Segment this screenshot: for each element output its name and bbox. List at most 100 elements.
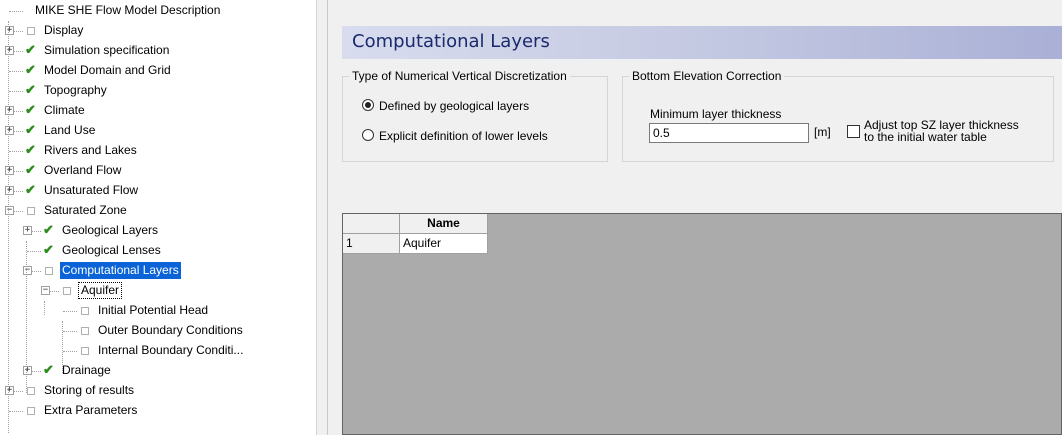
green-checkmark-icon: ✔: [43, 242, 54, 257]
tree-item[interactable]: + Storing of results: [0, 381, 316, 401]
tree-item[interactable]: ✔ Geological Lenses: [0, 241, 316, 261]
tree-item-label[interactable]: Storing of results: [42, 382, 136, 399]
properties-panel: Computational Layers Type of Numerical V…: [328, 0, 1062, 435]
model-tree[interactable]: MIKE SHE Flow Model Description + Display +…: [0, 0, 316, 435]
tree-item[interactable]: + ✔ Unsaturated Flow: [0, 181, 316, 201]
discretization-group: Type of Numerical Vertical Discretizatio…: [342, 69, 608, 162]
tree-item-label[interactable]: Simulation specification: [42, 42, 171, 59]
tree-item[interactable]: Outer Boundary Conditions: [0, 321, 316, 341]
grid-column-header-name[interactable]: Name: [400, 214, 488, 234]
tree-item-label[interactable]: Display: [42, 22, 85, 39]
tree-item-label[interactable]: Aquifer: [78, 282, 123, 299]
tree-item-label[interactable]: Computational Layers: [60, 262, 181, 279]
tree-item-label[interactable]: Rivers and Lakes: [42, 142, 139, 159]
grid-corner-header[interactable]: [343, 214, 400, 234]
expand-icon[interactable]: +: [5, 46, 14, 55]
tree-item-label[interactable]: Geological Layers: [60, 222, 160, 239]
green-checkmark-icon: ✔: [25, 162, 36, 177]
tree-connector: [63, 311, 77, 312]
green-checkmark-icon: ✔: [25, 82, 36, 97]
unchecked-box-icon: [45, 267, 53, 275]
tree-item[interactable]: ✔ Topography: [0, 81, 316, 101]
tree-connector: [9, 11, 23, 12]
tree-connector: [9, 411, 23, 412]
tree-guide-line: [62, 321, 63, 373]
tree-item-label[interactable]: MIKE SHE Flow Model Description: [33, 2, 222, 19]
green-checkmark-icon: ✔: [25, 142, 36, 157]
unchecked-box-icon: [81, 307, 89, 315]
expand-icon[interactable]: +: [5, 386, 14, 395]
tree-item-label[interactable]: Climate: [42, 102, 87, 119]
tree-item[interactable]: − Aquifer: [0, 281, 316, 301]
tree-item[interactable]: + Display: [0, 21, 316, 41]
radio-geological-indicator[interactable]: [362, 99, 374, 111]
tree-item[interactable]: Extra Parameters: [0, 401, 316, 421]
min-thickness-input[interactable]: 0.5: [649, 123, 809, 143]
collapse-icon[interactable]: −: [23, 266, 32, 275]
unchecked-box-icon: [27, 27, 35, 35]
tree-item[interactable]: + ✔ Geological Layers: [0, 221, 316, 241]
tree-connector: [27, 251, 41, 252]
tree-item[interactable]: ✔ Rivers and Lakes: [0, 141, 316, 161]
tree-item-label[interactable]: Unsaturated Flow: [42, 182, 140, 199]
tree-item[interactable]: Initial Potential Head: [0, 301, 316, 321]
expand-icon[interactable]: +: [5, 186, 14, 195]
green-checkmark-icon: ✔: [25, 62, 36, 77]
layers-grid[interactable]: Name 1 Aquifer: [342, 213, 1062, 435]
collapse-icon[interactable]: −: [5, 206, 14, 215]
tree-item[interactable]: Internal Boundary Conditi...: [0, 341, 316, 361]
expand-icon[interactable]: +: [23, 226, 32, 235]
expand-icon[interactable]: +: [5, 106, 14, 115]
adjust-top-sz-label-line2: to the initial water table: [864, 130, 987, 144]
tree-item-label[interactable]: Drainage: [60, 362, 113, 379]
adjust-top-sz-label[interactable]: Adjust top SZ layer thickness to the ini…: [864, 119, 1019, 143]
tree-guide-line: [8, 21, 9, 433]
tree-item[interactable]: + ✔ Drainage: [0, 361, 316, 381]
grid-row-header[interactable]: 1: [343, 234, 400, 254]
tree-item[interactable]: − Saturated Zone: [0, 201, 316, 221]
radio-explicit-indicator[interactable]: [362, 129, 374, 141]
tree-item-label[interactable]: Land Use: [42, 122, 97, 139]
tree-item-label[interactable]: Overland Flow: [42, 162, 123, 179]
tree-item-label[interactable]: Outer Boundary Conditions: [96, 322, 245, 339]
panel-splitter[interactable]: [316, 0, 328, 435]
tree-item[interactable]: + ✔ Climate: [0, 101, 316, 121]
grid-cell-name[interactable]: Aquifer: [400, 234, 488, 254]
green-checkmark-icon: ✔: [25, 182, 36, 197]
tree-item-label[interactable]: Geological Lenses: [60, 242, 163, 259]
tree-item[interactable]: + ✔ Overland Flow: [0, 161, 316, 181]
min-thickness-unit: [m]: [814, 125, 831, 139]
adjust-top-sz-checkbox[interactable]: [847, 125, 860, 138]
collapse-icon[interactable]: −: [41, 286, 50, 295]
tree-item[interactable]: − Computational Layers: [0, 261, 316, 281]
tree-guide-line: [44, 301, 45, 315]
radio-geological-layers[interactable]: Defined by geological layers: [362, 98, 602, 114]
tree-item[interactable]: + ✔ Land Use: [0, 121, 316, 141]
radio-explicit-levels[interactable]: Explicit definition of lower levels: [362, 128, 602, 144]
tree-item-label[interactable]: Initial Potential Head: [96, 302, 210, 319]
tree-item[interactable]: MIKE SHE Flow Model Description: [0, 1, 316, 21]
tree-item[interactable]: ✔ Model Domain and Grid: [0, 61, 316, 81]
discretization-group-title: Type of Numerical Vertical Discretizatio…: [349, 69, 570, 83]
unchecked-box-icon: [27, 207, 35, 215]
tree-connector: [9, 151, 23, 152]
green-checkmark-icon: ✔: [25, 122, 36, 137]
radio-geological-label[interactable]: Defined by geological layers: [379, 98, 529, 114]
tree-item[interactable]: + ✔ Simulation specification: [0, 41, 316, 61]
expand-icon[interactable]: +: [5, 166, 14, 175]
page-title: Computational Layers: [352, 31, 550, 52]
tree-item-label[interactable]: Model Domain and Grid: [42, 62, 173, 79]
tree-item-label[interactable]: Saturated Zone: [42, 202, 129, 219]
unchecked-box-icon: [27, 387, 35, 395]
tree-item-label[interactable]: Topography: [42, 82, 109, 99]
expand-icon[interactable]: +: [5, 126, 14, 135]
tree-item-label[interactable]: Extra Parameters: [42, 402, 139, 419]
tree-item-label[interactable]: Internal Boundary Conditi...: [96, 342, 245, 359]
tree-guide-line: [26, 241, 27, 393]
tree-connector: [63, 331, 77, 332]
radio-explicit-label[interactable]: Explicit definition of lower levels: [379, 128, 548, 144]
tree-connector: [63, 351, 77, 352]
tree-connector: [9, 91, 23, 92]
expand-icon[interactable]: +: [5, 26, 14, 35]
expand-icon[interactable]: +: [23, 366, 32, 375]
